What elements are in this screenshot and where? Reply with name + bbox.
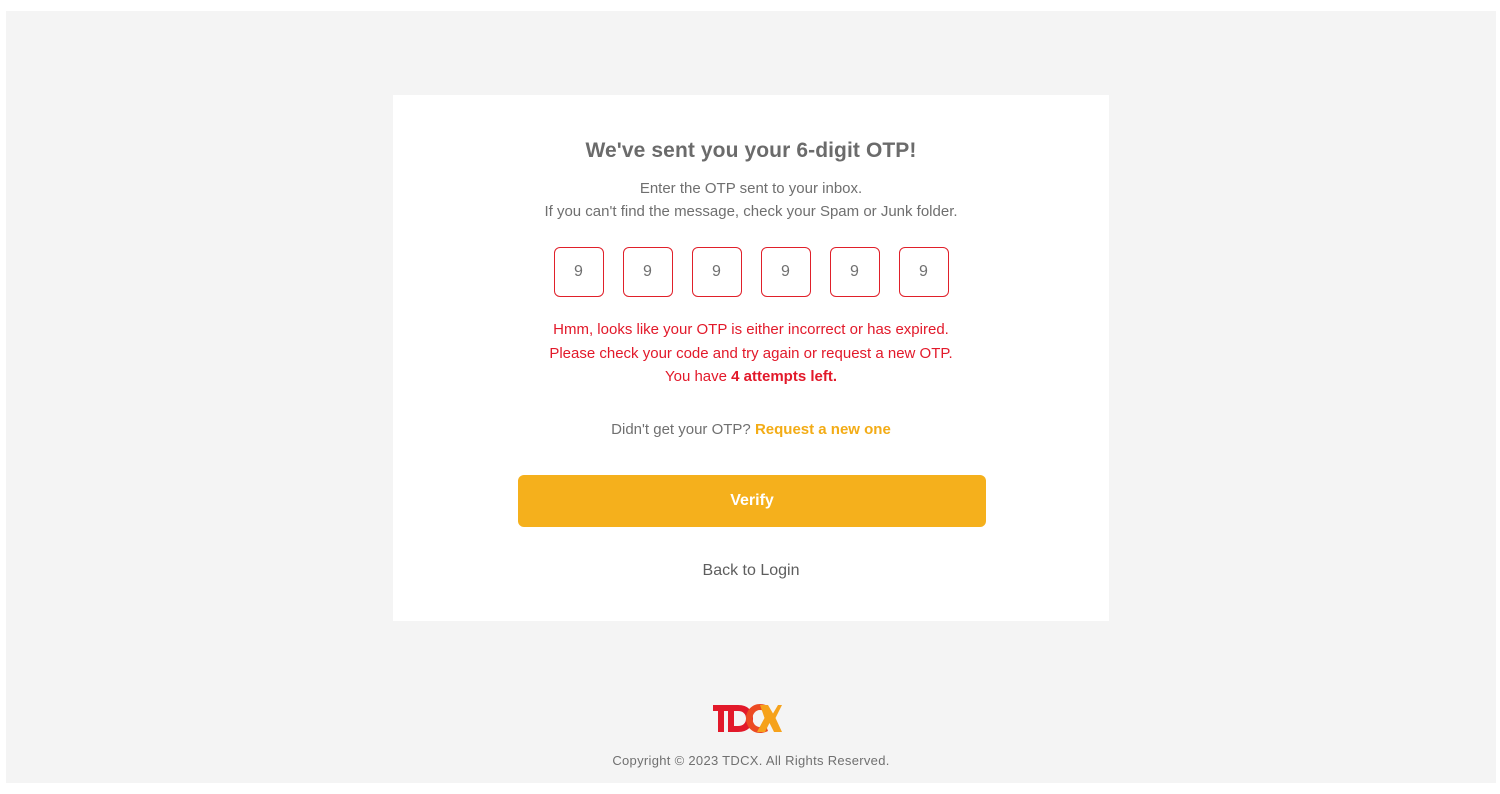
attempts-left: 4 attempts left. [731,368,838,385]
otp-input-group [393,247,1109,297]
back-to-login-link[interactable]: Back to Login [393,562,1109,580]
otp-error-message: Hmm, looks like your OTP is either incor… [393,318,1109,389]
resend-prompt: Didn't get your OTP? [611,421,751,438]
otp-digit-5-input[interactable] [829,247,880,297]
page-title: We've sent you your 6-digit OTP! [585,139,917,162]
instructions-line-1: Enter the OTP sent to your inbox. [639,180,863,197]
instructions: Enter the OTP sent to your inbox. If you… [393,177,1109,223]
otp-digit-4-input[interactable] [760,247,811,297]
attempts-prefix: You have [664,368,732,385]
otp-digit-6-input[interactable] [898,247,949,297]
page-background: We've sent you your 6-digit OTP! Enter t… [6,11,1496,783]
instructions-line-2: If you can't find the message, check you… [544,203,958,220]
otp-digit-3-input[interactable] [691,247,742,297]
request-new-otp-link[interactable]: Request a new one [755,421,891,438]
resend-prompt-row: Didn't get your OTP? Request a new one [393,421,1109,438]
verify-button[interactable]: Verify [518,475,986,527]
error-line-3: You have 4 attempts left. [393,365,1109,389]
otp-digit-2-input[interactable] [622,247,673,297]
error-line-1: Hmm, looks like your OTP is either incor… [553,321,949,338]
otp-card: We've sent you your 6-digit OTP! Enter t… [393,95,1109,621]
error-line-2: Please check your code and try again or … [549,344,953,362]
otp-digit-1-input[interactable] [553,247,604,297]
copyright-text: Copyright © 2023 TDCX. All Rights Reserv… [612,753,890,768]
tdcx-logo-icon [713,704,782,733]
